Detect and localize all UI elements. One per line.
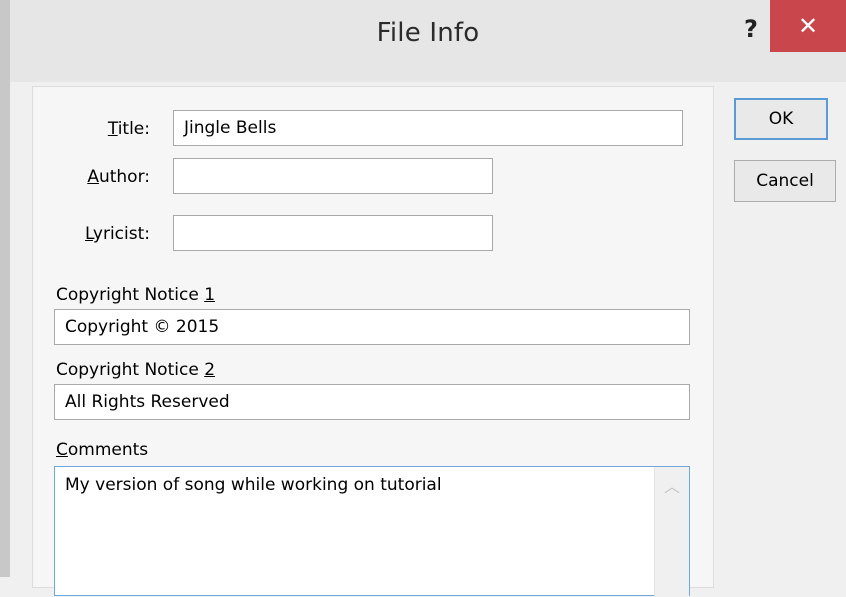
title-field[interactable]: Jingle Bells bbox=[173, 110, 683, 146]
help-icon[interactable]: ? bbox=[736, 14, 766, 44]
ok-button[interactable]: OK bbox=[734, 98, 828, 140]
copyright-notice-2-field[interactable]: All Rights Reserved bbox=[54, 384, 690, 420]
window-left-frame bbox=[0, 0, 10, 577]
author-field[interactable] bbox=[173, 158, 493, 194]
lyricist-label: Lyricist: bbox=[84, 224, 150, 244]
close-button[interactable]: ✕ bbox=[770, 0, 846, 52]
lyricist-field[interactable] bbox=[173, 215, 493, 251]
copyright-notice-1-label: Copyright Notice 1 bbox=[56, 285, 216, 305]
comments-scrollbar[interactable]: ︿ bbox=[654, 467, 689, 597]
title-label: Title: bbox=[107, 119, 150, 139]
comments-text: My version of song while working on tuto… bbox=[65, 475, 442, 495]
author-label: Author: bbox=[87, 167, 150, 187]
close-icon: ✕ bbox=[797, 12, 819, 40]
cancel-button[interactable]: Cancel bbox=[734, 160, 836, 202]
title-bar[interactable]: File Info ? bbox=[10, 0, 846, 82]
chevron-up-icon[interactable]: ︿ bbox=[655, 473, 689, 497]
copyright-notice-2-label: Copyright Notice 2 bbox=[56, 360, 216, 380]
window-title: File Info bbox=[376, 18, 480, 48]
comments-label: Comments bbox=[56, 440, 149, 460]
copyright-notice-1-field[interactable]: Copyright © 2015 bbox=[54, 309, 690, 345]
